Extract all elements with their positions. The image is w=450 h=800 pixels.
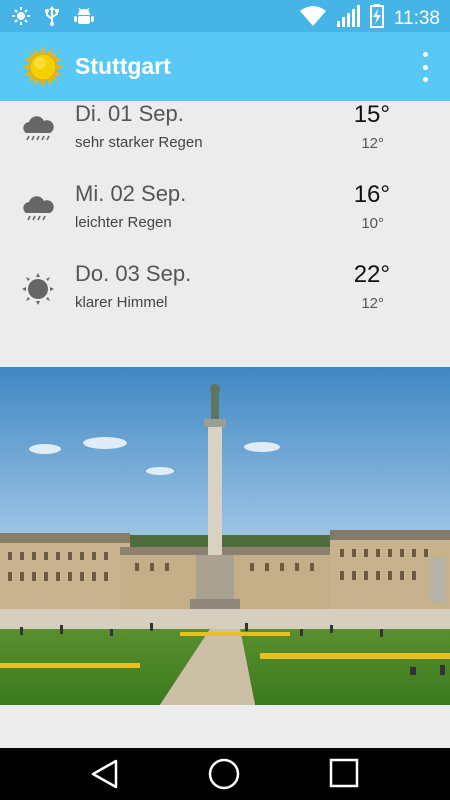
status-bar: 11:38 <box>0 0 450 32</box>
forecast-row-2[interactable]: Mi. 02 Sep. leichter Regen 16° 10° <box>0 181 450 261</box>
clear-sun-icon <box>20 271 56 307</box>
forecast-description: leichter Regen <box>75 214 172 231</box>
forecast-low-temp: 12° <box>361 135 384 152</box>
home-icon[interactable] <box>207 758 243 790</box>
signal-icon <box>336 4 360 33</box>
forecast-date: Mi. 02 Sep. <box>75 181 187 206</box>
battery-charging-icon <box>369 4 384 33</box>
rain-cloud-icon <box>20 111 56 147</box>
rain-cloud-icon <box>20 191 56 227</box>
navigation-bar <box>0 748 450 800</box>
forecast-list: Di. 01 Sep. sehr starker Regen 15° 12° M… <box>0 101 450 367</box>
forecast-description: sehr starker Regen <box>75 134 203 151</box>
forecast-date: Di. 01 Sep. <box>75 101 184 126</box>
status-time: 11:38 <box>393 7 440 29</box>
forecast-row-1[interactable]: Di. 01 Sep. sehr starker Regen 15° 12° <box>0 101 450 181</box>
app-bar: Stuttgart <box>0 32 450 101</box>
forecast-high-temp: 16° <box>353 181 390 208</box>
usb-icon <box>44 6 60 31</box>
forecast-high-temp: 15° <box>353 101 390 128</box>
app-title: Stuttgart <box>75 53 171 79</box>
wifi-icon <box>299 5 326 32</box>
forecast-date: Do. 03 Sep. <box>75 261 192 286</box>
android-debug-icon <box>74 6 94 31</box>
forecast-description: klarer Himmel <box>75 294 168 311</box>
forecast-row-3[interactable]: Do. 03 Sep. klarer Himmel 22° 12° <box>0 261 450 341</box>
forecast-low-temp: 10° <box>361 215 384 232</box>
back-icon[interactable] <box>89 758 125 790</box>
status-system: 11:38 <box>299 4 440 33</box>
city-photo <box>0 367 450 705</box>
forecast-low-temp: 12° <box>361 295 384 312</box>
overflow-menu-icon[interactable] <box>420 52 430 82</box>
weather-sun-icon <box>12 7 30 30</box>
recents-icon[interactable] <box>328 758 364 790</box>
sun-icon <box>22 46 64 93</box>
forecast-high-temp: 22° <box>353 261 390 288</box>
status-notifications <box>12 6 94 31</box>
